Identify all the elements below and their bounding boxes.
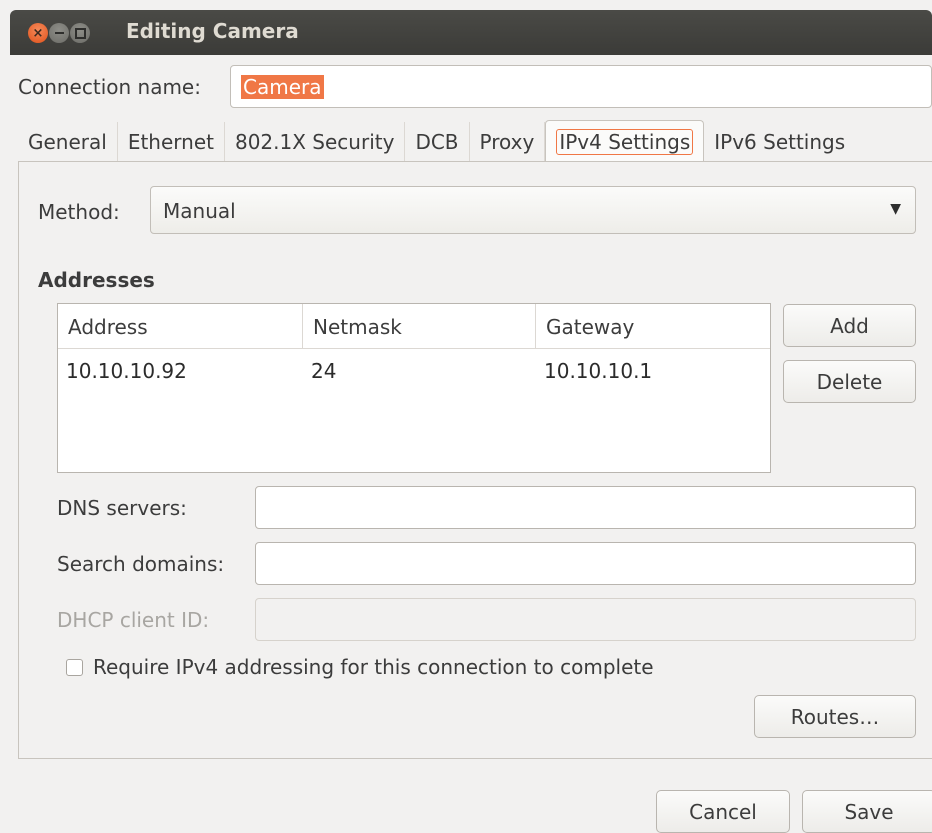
search-domains-input[interactable]: [255, 542, 916, 585]
tab-8021x-security[interactable]: 802.1X Security: [225, 122, 406, 162]
addresses-heading: Addresses: [38, 268, 155, 292]
netmask-cell[interactable]: 24: [303, 349, 536, 391]
table-row[interactable]: 10.10.10.92 24 10.10.10.1: [58, 349, 770, 391]
dhcp-client-id-label: DHCP client ID:: [57, 608, 210, 632]
method-label: Method:: [38, 200, 120, 224]
addresses-table[interactable]: Address Netmask Gateway 10.10.10.92 24 1…: [57, 303, 771, 473]
tab-dcb[interactable]: DCB: [405, 122, 470, 162]
dns-servers-input[interactable]: [255, 486, 916, 529]
tab-bar: General Ethernet 802.1X Security DCB Pro…: [18, 120, 855, 164]
tab-ipv6-settings[interactable]: IPv6 Settings: [704, 122, 855, 162]
column-header-gateway[interactable]: Gateway: [536, 304, 770, 348]
method-value: Manual: [163, 199, 236, 223]
require-ipv4-checkbox[interactable]: [66, 658, 83, 676]
delete-address-button[interactable]: Delete: [783, 360, 916, 403]
table-header: Address Netmask Gateway: [58, 304, 770, 349]
require-ipv4-option[interactable]: Require IPv4 addressing for this connect…: [66, 655, 654, 679]
tab-proxy[interactable]: Proxy: [470, 122, 546, 162]
maximize-icon[interactable]: [70, 23, 90, 43]
tab-general[interactable]: General: [18, 122, 118, 162]
close-icon[interactable]: ×: [28, 23, 48, 43]
dns-servers-label: DNS servers:: [57, 496, 187, 520]
address-cell[interactable]: 10.10.10.92: [58, 349, 303, 391]
window-title: Editing Camera: [126, 19, 299, 43]
save-button[interactable]: Save: [802, 790, 932, 833]
gateway-cell[interactable]: 10.10.10.1: [536, 349, 770, 391]
add-address-button[interactable]: Add: [783, 304, 916, 347]
connection-name-value: Camera: [241, 75, 324, 99]
connection-name-label: Connection name:: [18, 75, 201, 99]
method-dropdown[interactable]: Manual ▼: [150, 186, 916, 234]
dhcp-client-id-input: [255, 598, 916, 641]
tab-ethernet[interactable]: Ethernet: [118, 122, 225, 162]
column-header-netmask[interactable]: Netmask: [303, 304, 536, 348]
search-domains-label: Search domains:: [57, 552, 225, 576]
minimize-icon[interactable]: [49, 23, 69, 43]
tab-ipv4-settings[interactable]: IPv4 Settings: [545, 120, 705, 164]
connection-name-input[interactable]: Camera: [230, 65, 932, 108]
require-ipv4-label: Require IPv4 addressing for this connect…: [93, 655, 654, 679]
title-bar: × Editing Camera: [10, 10, 932, 55]
cancel-button[interactable]: Cancel: [656, 790, 790, 833]
column-header-address[interactable]: Address: [58, 304, 303, 348]
routes-button[interactable]: Routes…: [754, 695, 916, 738]
dropdown-arrow-icon: ▼: [890, 201, 901, 217]
